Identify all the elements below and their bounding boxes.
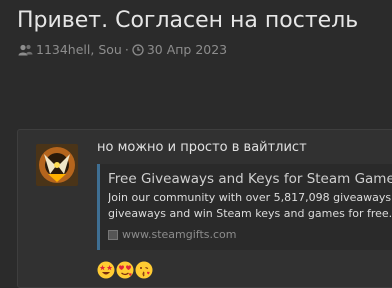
post-message: но можно и просто в вайтлист [97, 140, 307, 155]
star-struck-emoji-icon [97, 261, 115, 279]
kissing-face-icon [135, 261, 153, 279]
embed-description: Join our community with over 5,817,098 g… [108, 190, 392, 222]
meta-separator: · [124, 42, 129, 57]
embed-site[interactable]: www.steamgifts.com [108, 228, 392, 241]
thread-title: Привет. Согласен на постель [17, 8, 359, 33]
favicon-icon [108, 229, 118, 240]
link-embed[interactable]: Free Giveaways and Keys for Steam Games … [97, 164, 392, 250]
participants[interactable]: 1134hell, Sou [36, 42, 122, 57]
thread-date[interactable]: 30 Апр 2023 [147, 42, 227, 57]
users-icon [18, 44, 33, 56]
embed-description-line-1: Join our community with over 5,817,098 g… [108, 191, 392, 204]
user-avatar[interactable] [36, 144, 78, 186]
embed-description-line-2: giveaways and win Steam keys and games f… [108, 207, 392, 220]
clock-icon [132, 43, 144, 56]
embed-title[interactable]: Free Giveaways and Keys for Steam Games [108, 171, 392, 187]
reaction-emojis [97, 261, 153, 279]
heart-face-icon [116, 261, 134, 279]
thread-meta: 1134hell, Sou · 30 Апр 2023 [18, 42, 227, 57]
embed-site-label: www.steamgifts.com [122, 228, 237, 241]
